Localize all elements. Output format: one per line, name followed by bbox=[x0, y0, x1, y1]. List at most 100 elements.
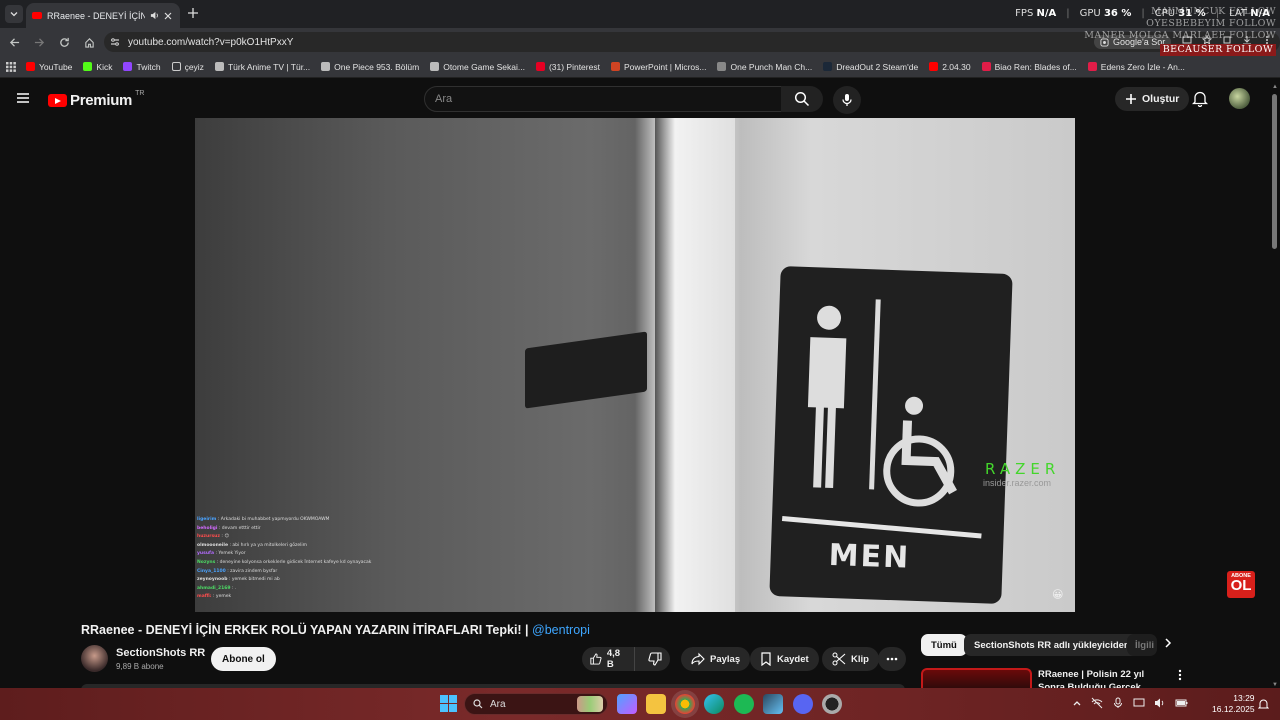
download-icon[interactable] bbox=[1242, 35, 1252, 45]
cast-icon[interactable] bbox=[1182, 35, 1192, 45]
bookmark-item[interactable]: Edens Zero İzle - An... bbox=[1087, 62, 1185, 72]
bookmark-item[interactable]: çeyiz bbox=[171, 62, 204, 72]
scroll-up-icon[interactable]: ▲ bbox=[1272, 84, 1278, 90]
obs-icon[interactable] bbox=[822, 694, 842, 714]
clock-date: 16.12.2025 bbox=[1212, 704, 1255, 714]
forward-button[interactable] bbox=[28, 31, 50, 53]
channel-name[interactable]: SectionShots RR bbox=[116, 647, 205, 659]
search-button[interactable] bbox=[781, 86, 823, 112]
recommendation-thumbnail[interactable] bbox=[921, 668, 1032, 690]
extensions-icon[interactable] bbox=[1222, 35, 1232, 45]
clip-button[interactable]: Klip bbox=[822, 647, 879, 671]
new-tab-button[interactable] bbox=[188, 8, 198, 18]
video-player[interactable]: MEN RAZER insider.razer.com ligeirim : A… bbox=[195, 118, 1075, 612]
speaker-icon[interactable] bbox=[150, 11, 159, 20]
hamburger-menu-button[interactable] bbox=[14, 89, 32, 107]
bookmark-item[interactable]: DreadOut 2 Steam'de bbox=[823, 62, 918, 72]
channel-avatar[interactable] bbox=[81, 645, 108, 672]
bookmark-item[interactable]: PowerPoint | Micros... bbox=[610, 62, 706, 72]
youtube-premium-logo[interactable]: Premium TR bbox=[48, 90, 144, 109]
recommendation-title[interactable]: RRaenee | Polisin 22 yıl Sonra Bulduğu G… bbox=[1038, 668, 1168, 690]
discord-icon[interactable] bbox=[793, 694, 813, 714]
bookmark-item[interactable]: One Punch Man Ch... bbox=[717, 62, 812, 72]
bookmark-label: (31) Pinterest bbox=[548, 61, 600, 72]
recommendation-menu-button[interactable] bbox=[1178, 669, 1182, 681]
scrollbar-thumb[interactable] bbox=[1272, 94, 1277, 249]
url-input[interactable]: youtube.com/watch?v=p0kO1HtPxxY Google'a… bbox=[104, 32, 1280, 52]
start-button[interactable] bbox=[440, 695, 457, 712]
page-scrollbar[interactable]: ▲ ▼ bbox=[1270, 84, 1280, 688]
bookmark-item[interactable]: Biao Ren: Blades of... bbox=[981, 62, 1077, 72]
sign-text: MEN bbox=[828, 537, 911, 576]
search-input[interactable]: Ara bbox=[424, 86, 782, 112]
bookmark-item[interactable]: Türk Anime TV | Tür... bbox=[214, 62, 310, 72]
microphone-icon[interactable] bbox=[1112, 697, 1124, 709]
steam-icon[interactable] bbox=[763, 694, 783, 714]
bookmark-item[interactable]: YouTube bbox=[26, 62, 72, 72]
browser-tab-strip: RRaenee - DENEYİ İÇİN ERKEK FPS N/A | GP… bbox=[0, 0, 1280, 28]
taskbar-search[interactable]: Ara bbox=[464, 693, 608, 715]
bookmark-icon bbox=[761, 652, 771, 666]
bookmark-item[interactable]: Kick bbox=[83, 62, 112, 72]
chips-next-button[interactable] bbox=[1163, 636, 1173, 650]
plus-icon bbox=[188, 8, 198, 18]
dislike-button[interactable] bbox=[640, 647, 670, 671]
account-avatar[interactable] bbox=[1229, 88, 1250, 109]
chip-all[interactable]: Tümü bbox=[921, 634, 967, 656]
cpu-value: 31 % bbox=[1178, 8, 1206, 19]
bookmark-item[interactable]: One Piece 953. Bölüm bbox=[321, 62, 419, 72]
video-title-text: RRaenee - DENEYİ İÇİN ERKEK ROLÜ YAPAN Y… bbox=[81, 623, 529, 637]
notification-center-button[interactable] bbox=[1258, 698, 1269, 710]
volume-icon[interactable] bbox=[1154, 697, 1166, 709]
edge-icon[interactable] bbox=[704, 694, 724, 714]
chat-text: : zavira zindem bysfar bbox=[227, 568, 278, 574]
chrome-icon[interactable] bbox=[675, 694, 695, 714]
site-info-icon[interactable] bbox=[110, 37, 120, 47]
chat-text: : Arkadaki bi muhabbet yapmıyordu OKWMOA… bbox=[217, 517, 330, 522]
mention-link[interactable]: @bentropi bbox=[532, 623, 590, 637]
clip-label: Klip bbox=[851, 653, 869, 665]
chevron-up-icon[interactable] bbox=[1072, 697, 1082, 709]
voice-search-button[interactable] bbox=[833, 86, 861, 114]
bookmark-label: Otome Game Sekai... bbox=[443, 61, 525, 72]
monitor-icon[interactable] bbox=[1133, 697, 1145, 709]
chat-message: ahmadi_2169 : . bbox=[197, 585, 397, 594]
home-button[interactable] bbox=[78, 31, 100, 53]
subscribe-overlay-badge: ABONE OL bbox=[1227, 571, 1255, 598]
reload-button[interactable] bbox=[53, 31, 75, 53]
bookmark-item[interactable]: Twitch bbox=[123, 62, 161, 72]
google-ask-button[interactable]: Google'a Sor bbox=[1094, 35, 1172, 49]
close-icon[interactable] bbox=[164, 12, 172, 20]
back-button[interactable] bbox=[3, 31, 25, 53]
star-icon[interactable] bbox=[1202, 35, 1212, 45]
more-actions-button[interactable] bbox=[878, 647, 906, 671]
cpu-label: CPU bbox=[1154, 8, 1176, 19]
bookmark-favicon-icon bbox=[430, 62, 440, 71]
apps-grid-icon[interactable] bbox=[6, 61, 16, 72]
copilot-icon[interactable] bbox=[617, 694, 637, 714]
chat-text: : . bbox=[231, 585, 237, 591]
tab-list-button[interactable] bbox=[5, 5, 23, 23]
google-ask-label: Google'a Sor bbox=[1113, 37, 1166, 47]
spotify-icon[interactable] bbox=[734, 694, 754, 714]
subscribe-button[interactable]: Abone ol bbox=[211, 647, 276, 671]
save-button[interactable]: Kaydet bbox=[750, 647, 819, 671]
bookmark-item[interactable]: 2.04.30 bbox=[929, 62, 971, 72]
chat-message: olmoooneile : abi hırlı ya ya mitolkeler… bbox=[197, 542, 397, 551]
create-button[interactable]: Oluştur bbox=[1115, 87, 1190, 111]
system-clock[interactable]: 13:29 16.12.2025 bbox=[1212, 693, 1255, 715]
windows-logo-icon bbox=[440, 695, 457, 712]
like-button[interactable]: 4,8 B bbox=[582, 647, 635, 671]
notifications-button[interactable] bbox=[1192, 90, 1208, 107]
bookmark-item[interactable]: Otome Game Sekai... bbox=[430, 62, 525, 72]
file-explorer-icon[interactable] bbox=[646, 694, 666, 714]
battery-icon[interactable] bbox=[1175, 697, 1189, 709]
chip-uploader[interactable]: SectionShots RR adlı yükleyiciden bbox=[964, 634, 1140, 656]
chat-text: : Yemek Yiyor bbox=[215, 551, 246, 557]
bookmark-item[interactable]: (31) Pinterest bbox=[535, 61, 600, 72]
menu-dots-icon[interactable] bbox=[1262, 35, 1272, 45]
chip-related[interactable]: İlgili bbox=[1127, 634, 1157, 656]
browser-tab[interactable]: RRaenee - DENEYİ İÇİN ERKEK bbox=[26, 3, 180, 28]
share-button[interactable]: Paylaş bbox=[681, 647, 751, 671]
network-off-icon[interactable] bbox=[1091, 697, 1103, 709]
